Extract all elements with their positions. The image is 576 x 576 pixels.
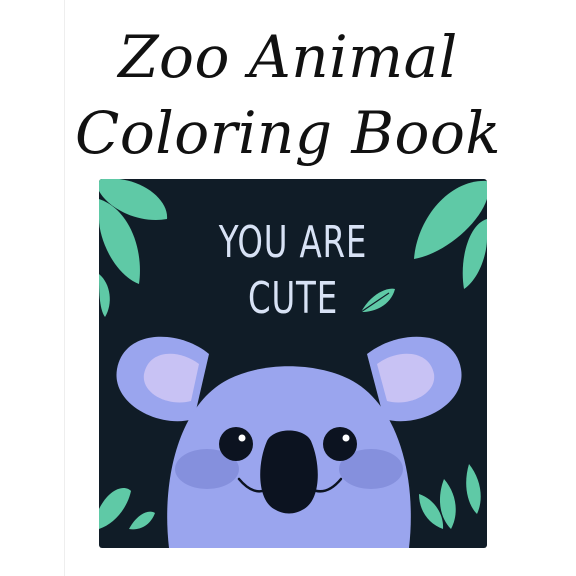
leaf-bottom-right-1 xyxy=(466,464,481,514)
koala-right-eye xyxy=(323,427,357,461)
slogan-line-2: CUTE xyxy=(247,273,339,324)
leaf-top-left-3 xyxy=(99,274,110,317)
cover-title-line-1: Zoo Animal xyxy=(118,23,458,91)
leaf-bottom-left-1 xyxy=(99,488,131,529)
leaf-bottom-right-3 xyxy=(419,494,444,529)
cover-edge-line xyxy=(64,0,65,576)
cover-title-line-2: Coloring Book xyxy=(74,99,502,167)
leaf-bottom-left-2 xyxy=(129,511,155,530)
book-cover: Zoo Animal Coloring Book YOU ARE CUTE xyxy=(0,0,576,576)
koala-nose xyxy=(260,430,318,514)
cover-illustration: YOU ARE CUTE xyxy=(99,179,487,548)
slogan-line-1: YOU ARE xyxy=(218,217,368,268)
koala-left-eye xyxy=(219,427,253,461)
